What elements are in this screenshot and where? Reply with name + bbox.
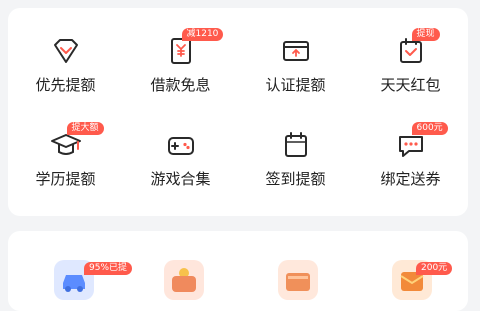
calendar-check-icon: 提现: [394, 28, 440, 68]
gamepad-icon: [164, 128, 198, 162]
feature-checkin-limit[interactable]: 签到提额: [238, 102, 353, 194]
wallet-icon[interactable]: [164, 260, 204, 300]
features-card: 优先提额 减1210 借款免息 认证提额 提现 天天红包 提大额 学历提额 游戏…: [8, 8, 468, 216]
feature-label: 签到提额: [265, 170, 326, 188]
id-card-icon: [279, 34, 313, 68]
diamond-icon: [49, 34, 83, 68]
graduation-cap-icon: 提大额: [49, 122, 104, 162]
service-badge: 95%已提: [84, 262, 133, 275]
feature-game-collection[interactable]: 游戏合集: [123, 102, 238, 194]
feature-badge: 提大额: [66, 122, 104, 135]
feature-label: 游戏合集: [150, 170, 211, 188]
feature-label: 绑定送券: [380, 170, 441, 188]
feature-education-limit[interactable]: 提大额 学历提额: [8, 102, 123, 194]
services-card: 95%已提 200元: [8, 231, 468, 311]
feature-label: 认证提额: [265, 76, 326, 94]
purse-icon[interactable]: [278, 260, 318, 300]
yen-doc-icon: 减1210: [164, 28, 224, 68]
feature-priority-limit[interactable]: 优先提额: [8, 8, 123, 100]
feature-badge: 减1210: [181, 28, 224, 41]
feature-daily-red-packet[interactable]: 提现 天天红包: [353, 8, 468, 100]
feature-verify-limit[interactable]: 认证提额: [238, 8, 353, 100]
feature-badge: 600元: [411, 122, 448, 135]
calendar-icon: [279, 128, 313, 162]
feature-interest-free[interactable]: 减1210 借款免息: [123, 8, 238, 100]
chat-bubble-icon: 600元: [394, 122, 448, 162]
feature-label: 学历提额: [35, 170, 96, 188]
feature-label: 天天红包: [380, 76, 441, 94]
feature-badge: 提现: [411, 28, 440, 41]
service-badge: 200元: [416, 262, 453, 275]
feature-label: 借款免息: [150, 76, 211, 94]
feature-bind-coupon[interactable]: 600元 绑定送券: [353, 102, 468, 194]
feature-label: 优先提额: [35, 76, 96, 94]
